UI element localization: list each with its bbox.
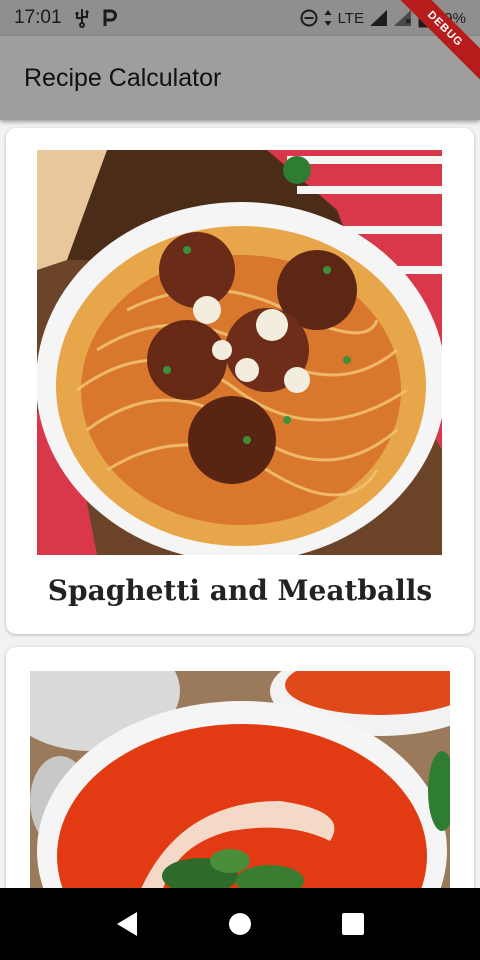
app-bar: Recipe Calculator	[0, 36, 480, 120]
do-not-disturb-icon	[300, 9, 318, 27]
home-icon[interactable]	[216, 900, 264, 948]
signal-icon	[369, 10, 388, 26]
network-type: LTE	[337, 9, 364, 27]
status-time: 17:01	[14, 7, 62, 28]
spaghetti-meatballs-photo	[37, 150, 442, 555]
recents-icon[interactable]	[329, 900, 377, 948]
back-icon[interactable]	[103, 900, 151, 948]
signal-secondary-icon	[393, 10, 412, 26]
recipe-card[interactable]: Spaghetti and Meatballs	[6, 128, 474, 634]
usb-icon	[74, 8, 90, 28]
data-arrows-icon	[324, 10, 332, 26]
page-title: Recipe Calculator	[24, 63, 222, 92]
recipe-card[interactable]	[6, 647, 474, 888]
recipe-list[interactable]: Spaghetti and Meatballs	[0, 120, 480, 888]
recipe-title: Spaghetti and Meatballs	[47, 574, 433, 607]
navigation-bar	[0, 888, 480, 960]
parking-icon	[102, 9, 118, 27]
tomato-soup-photo	[30, 671, 450, 888]
